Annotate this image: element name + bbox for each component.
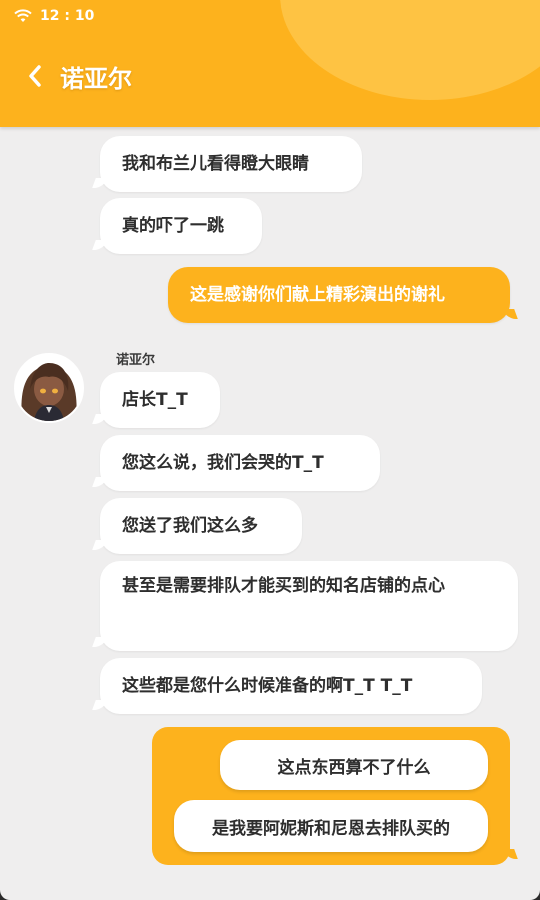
status-time: 12 : 10	[40, 8, 95, 24]
reply-option-1[interactable]: 这点东西算不了什么	[220, 740, 488, 790]
sent-message-bubble: 这是感谢你们献上精彩演出的谢礼	[168, 267, 510, 323]
status-bar: 12 : 10	[14, 6, 94, 26]
message-text: 这些都是您什么时候准备的啊T_T T_T	[122, 676, 413, 696]
reply-choice-panel: 这点东西算不了什么 是我要阿妮斯和尼恩去排队买的	[152, 727, 510, 865]
message-text: 我和布兰儿看得瞪大眼睛	[122, 154, 309, 174]
message-bubble: 我和布兰儿看得瞪大眼睛	[100, 136, 362, 192]
chat-screen: 12 : 10 诺亚尔 我和布兰儿看得瞪大眼睛 真的吓了一跳 这是感谢你们献上精…	[0, 0, 540, 900]
sender-name: 诺亚尔	[116, 353, 156, 368]
message-text: 甚至是需要排队才能买到的知名店铺的点心	[122, 576, 445, 596]
back-button[interactable]	[22, 62, 48, 94]
reply-option-label: 这点东西算不了什么	[277, 757, 431, 778]
header-decoration	[280, 0, 540, 100]
reply-option-2[interactable]: 是我要阿妮斯和尼恩去排队买的	[174, 800, 488, 852]
message-text: 这是感谢你们献上精彩演出的谢礼	[190, 285, 445, 305]
message-text: 真的吓了一跳	[122, 216, 224, 236]
header-bar: 12 : 10 诺亚尔	[0, 0, 540, 127]
message-bubble: 您送了我们这么多	[100, 498, 302, 554]
message-bubble: 甚至是需要排队才能买到的知名店铺的点心	[100, 561, 518, 651]
message-bubble: 您这么说，我们会哭的T_T	[100, 435, 380, 491]
page-title: 诺亚尔	[60, 65, 132, 93]
chevron-left-icon	[27, 64, 43, 92]
message-text: 您这么说，我们会哭的T_T	[122, 453, 324, 473]
message-bubble: 店长T_T	[100, 372, 220, 428]
message-text: 您送了我们这么多	[122, 516, 258, 536]
message-bubble: 这些都是您什么时候准备的啊T_T T_T	[100, 658, 482, 714]
avatar[interactable]	[14, 353, 84, 423]
message-bubble: 真的吓了一跳	[100, 198, 262, 254]
message-text: 店长T_T	[122, 390, 188, 410]
chat-area[interactable]: 我和布兰儿看得瞪大眼睛 真的吓了一跳 这是感谢你们献上精彩演出的谢礼 诺亚尔 店…	[0, 127, 540, 900]
wifi-icon	[14, 9, 32, 23]
reply-option-label: 是我要阿妮斯和尼恩去排队买的	[212, 818, 450, 839]
